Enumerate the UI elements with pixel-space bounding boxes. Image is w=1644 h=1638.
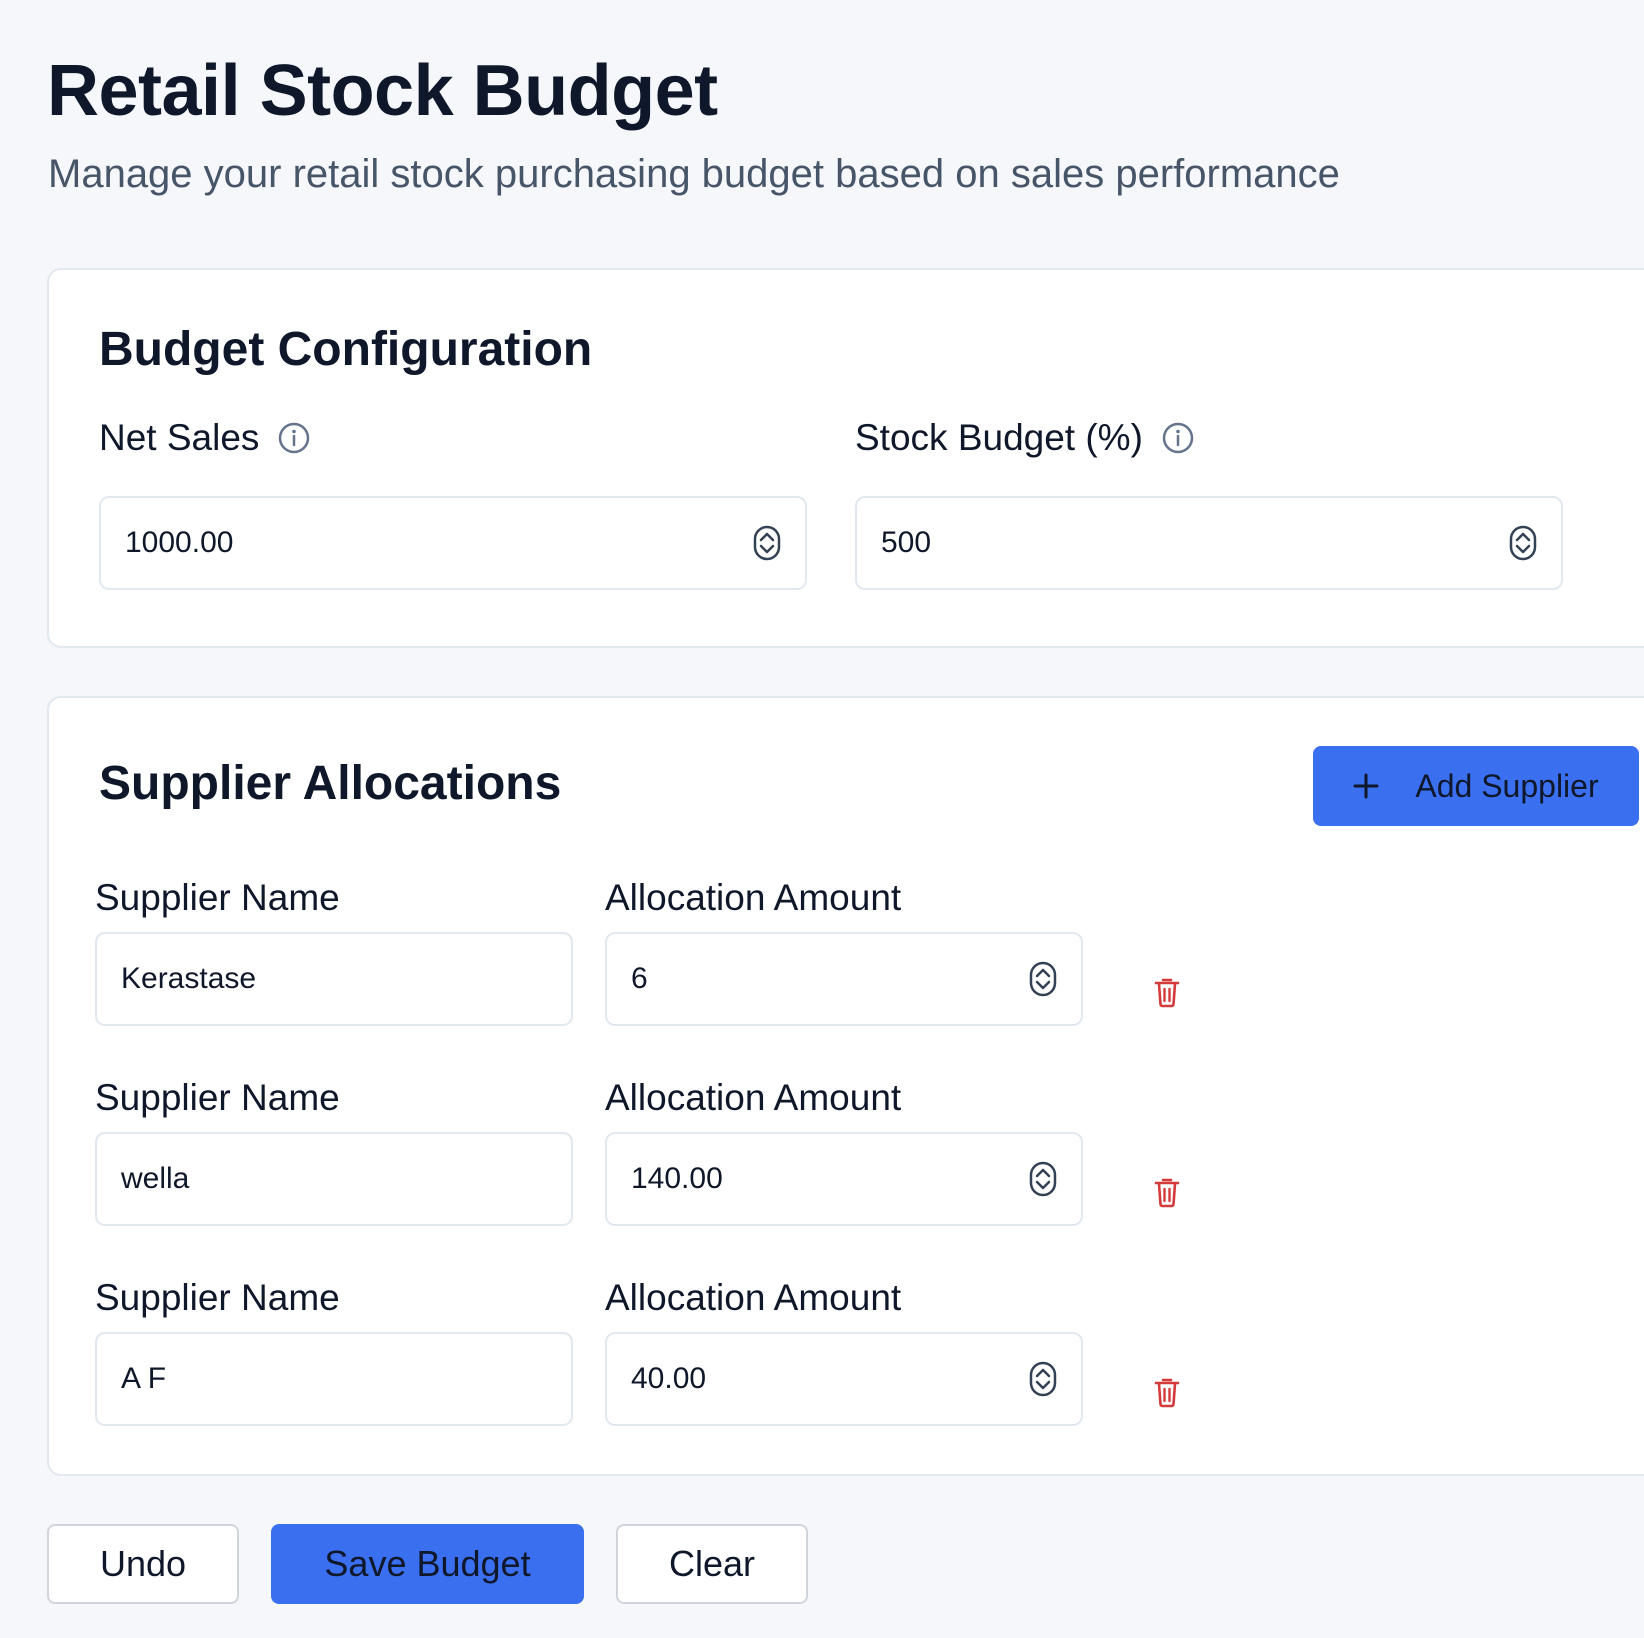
allocation-amount-field[interactable] (605, 932, 1083, 1026)
net-sales-input[interactable] (101, 498, 753, 588)
supplier-name-input[interactable] (97, 934, 571, 1024)
page-subtitle: Manage your retail stock purchasing budg… (48, 152, 1340, 196)
number-spinner-icon[interactable] (1029, 1361, 1057, 1397)
supplier-name-input[interactable] (97, 1134, 571, 1224)
net-sales-label-group: Net Sales (99, 417, 311, 459)
add-supplier-button[interactable]: Add Supplier (1313, 746, 1639, 826)
net-sales-field[interactable] (99, 496, 807, 590)
number-spinner-icon[interactable] (1029, 961, 1057, 997)
allocation-amount-label: Allocation Amount (605, 1277, 902, 1318)
supplier-allocations-title: Supplier Allocations (99, 757, 562, 810)
supplier-name-label: Supplier Name (95, 877, 340, 918)
stock-budget-field[interactable] (855, 496, 1563, 590)
net-sales-label: Net Sales (99, 417, 260, 458)
trash-icon[interactable] (1153, 1376, 1181, 1408)
allocation-amount-input[interactable] (607, 934, 1029, 1024)
supplier-name-field[interactable] (95, 932, 573, 1026)
supplier-name-label: Supplier Name (95, 1077, 340, 1118)
allocation-amount-field[interactable] (605, 1332, 1083, 1426)
number-spinner-icon[interactable] (753, 525, 781, 561)
add-supplier-label: Add Supplier (1415, 767, 1599, 804)
stock-budget-label: Stock Budget (%) (855, 417, 1143, 458)
allocation-amount-field[interactable] (605, 1132, 1083, 1226)
supplier-name-input[interactable] (97, 1334, 571, 1424)
page-title: Retail Stock Budget (47, 51, 718, 131)
info-icon[interactable] (277, 421, 311, 455)
supplier-name-label: Supplier Name (95, 1277, 340, 1318)
trash-icon[interactable] (1153, 976, 1181, 1008)
info-icon[interactable] (1161, 421, 1195, 455)
allocation-amount-label: Allocation Amount (605, 1077, 902, 1118)
number-spinner-icon[interactable] (1509, 525, 1537, 561)
supplier-name-field[interactable] (95, 1132, 573, 1226)
supplier-allocations-card: Supplier Allocations Add Supplier Suppli… (47, 696, 1644, 1476)
budget-configuration-card: Budget Configuration Net Sales Stock Bud… (47, 268, 1644, 648)
allocation-amount-label: Allocation Amount (605, 877, 902, 918)
budget-configuration-title: Budget Configuration (99, 323, 593, 376)
number-spinner-icon[interactable] (1029, 1161, 1057, 1197)
stock-budget-label-group: Stock Budget (%) (855, 417, 1195, 459)
allocation-amount-input[interactable] (607, 1334, 1029, 1424)
undo-button[interactable]: Undo (47, 1524, 239, 1604)
allocation-amount-input[interactable] (607, 1134, 1029, 1224)
stock-budget-input[interactable] (857, 498, 1509, 588)
save-budget-button[interactable]: Save Budget (271, 1524, 584, 1604)
plus-icon (1353, 773, 1379, 799)
trash-icon[interactable] (1153, 1176, 1181, 1208)
supplier-name-field[interactable] (95, 1332, 573, 1426)
clear-button[interactable]: Clear (616, 1524, 808, 1604)
